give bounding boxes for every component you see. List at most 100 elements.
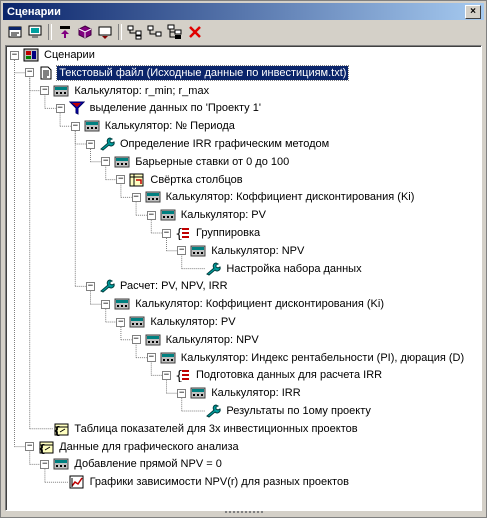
tree-node-label: Свёртка столбцов [150, 173, 243, 186]
title-bar[interactable]: Сценарии × [3, 3, 484, 20]
tree-node[interactable]: выделение данных по 'Проекту 1' [68, 100, 263, 116]
tree-node[interactable]: Калькулятор: Коффициент дисконтирования … [114, 296, 386, 312]
collapse-toggle[interactable]: − [177, 388, 187, 398]
tree-node[interactable]: Калькулятор: IRR [190, 385, 302, 401]
collapse-toggle[interactable]: − [162, 370, 171, 380]
tree-node[interactable]: Определение IRR графическим методом [99, 136, 331, 152]
text-file-icon [38, 66, 54, 80]
tree-icon [167, 24, 182, 39]
tree-node-label: Графики зависимости NPV(r) для разных пр… [89, 476, 349, 489]
expand-all-icon [127, 25, 142, 40]
toolbar [5, 22, 205, 42]
tree-node[interactable]: Калькулятор: NPV [190, 243, 306, 259]
calculator-icon [145, 333, 161, 347]
collapse-toggle[interactable]: − [86, 281, 95, 291]
tree-node[interactable]: Добавление прямой NPV = 0 [53, 456, 223, 472]
collapse-toggle[interactable]: − [25, 68, 35, 78]
wrench-icon [205, 404, 221, 418]
tree-node[interactable]: {Подготовка данных для расчета IRR [175, 367, 384, 383]
tree-node-label: Добавление прямой NPV = 0 [74, 458, 222, 471]
collapse-toggle[interactable]: − [40, 86, 50, 96]
collapse-toggle[interactable]: − [146, 353, 156, 363]
delete-icon [189, 26, 201, 38]
calculator-icon [145, 190, 161, 204]
tree-node-label: Калькулятор: IRR [211, 387, 301, 400]
export-icon [98, 26, 112, 39]
group-icon: { [175, 226, 191, 240]
close-button[interactable]: × [465, 4, 481, 19]
tree-node[interactable]: { Таблица показателей для 3х инвестиционн… [53, 421, 359, 437]
collapse-toggle[interactable]: − [101, 157, 111, 167]
collapse-toggle[interactable]: − [101, 299, 111, 309]
tree-node[interactable]: Барьерные ставки от 0 до 100 [114, 154, 291, 170]
scenario-tree[interactable]: Сценарии − Текстовый файл (Исходные данные… [5, 45, 482, 511]
tree-node[interactable]: Настройка набора данных [205, 261, 363, 277]
delete-button[interactable] [185, 23, 205, 41]
collapse-toggle[interactable]: − [70, 121, 80, 131]
collapse-toggle[interactable]: − [116, 317, 126, 327]
group-icon: { [175, 368, 191, 382]
tree-node-label: Группировка [196, 227, 261, 239]
view-button[interactable] [25, 23, 45, 41]
tree-node[interactable]: Графики зависимости NPV(r) для разных пр… [69, 474, 351, 490]
tree-node[interactable]: Калькулятор: r_min; r_max [53, 83, 211, 99]
collapse-toggle[interactable]: − [25, 442, 35, 452]
process-button[interactable] [75, 23, 95, 41]
collapse-toggle[interactable]: − [10, 50, 19, 60]
calculator-icon [160, 208, 176, 222]
resize-grip[interactable] [223, 510, 265, 515]
chart-icon [69, 475, 85, 489]
tree-node-label: Настройка набора данных [226, 262, 362, 275]
collapse-toggle[interactable]: − [131, 335, 141, 345]
properties-button[interactable] [5, 23, 25, 41]
tree-node[interactable]: Калькулятор: Индекс рентабельности (PI),… [160, 350, 466, 366]
collapse-toggle[interactable]: − [131, 192, 141, 202]
window-title: Сценарии [7, 5, 61, 18]
tree-node-label: Калькулятор: PV [150, 316, 236, 328]
tree-node-label: Расчет: PV, NPV, IRR [120, 280, 228, 293]
filter-icon [68, 101, 85, 116]
calculator-icon [53, 84, 69, 98]
root-scenario-icon [23, 48, 39, 62]
tree-node[interactable]: Калькулятор: Коффициент дисконтирования … [145, 189, 417, 205]
tree-node[interactable]: Свёртка столбцов [129, 172, 244, 188]
tree-node[interactable]: Калькулятор: NPV [145, 332, 261, 348]
tree-node[interactable]: Текстовый файл (Исходные данные по инвес… [38, 64, 350, 81]
collapse-all-button[interactable] [145, 23, 165, 41]
tree-node-label: Калькулятор: Коффициент дисконтирования … [135, 298, 384, 311]
tree-node[interactable]: Расчет: PV, NPV, IRR [99, 278, 230, 294]
tree-node[interactable]: {Данные для графического анализа [38, 439, 240, 455]
table-icon: { [38, 440, 54, 454]
calculator-icon [129, 315, 145, 329]
collapse-toggle[interactable]: − [40, 459, 50, 469]
tree-node-label: Калькулятор: NPV [211, 244, 305, 257]
tree-node-label: Таблица показателей для 3х инвестиционны… [74, 422, 358, 435]
unpivot-icon [129, 173, 145, 187]
table-icon: { [53, 422, 69, 436]
collapse-toggle[interactable]: − [86, 139, 95, 149]
tree-node[interactable]: Результаты по 1ому проекту [205, 403, 373, 419]
collapse-toggle[interactable]: − [55, 103, 65, 113]
tree-button[interactable] [165, 23, 185, 41]
collapse-toggle[interactable]: − [177, 246, 187, 256]
tree-node[interactable]: Калькулятор: PV [160, 207, 268, 223]
view-icon [28, 25, 42, 38]
tree-node-label: Определение IRR графическим методом [120, 138, 330, 150]
calculator-icon [190, 244, 206, 258]
collapse-toggle[interactable]: − [146, 210, 156, 220]
collapse-toggle[interactable]: − [116, 175, 126, 185]
tree-node-label: Сценарии [44, 49, 95, 61]
expand-all-button[interactable] [125, 23, 145, 41]
tree-node[interactable]: Сценарии [23, 47, 97, 63]
calculator-icon [114, 297, 130, 311]
calculator-icon [84, 119, 100, 133]
collapse-toggle[interactable]: − [162, 228, 171, 238]
tree-node-label: Калькулятор: № Периода [104, 120, 235, 133]
tree-node[interactable]: Калькулятор: PV [129, 314, 237, 330]
import-button[interactable] [55, 23, 75, 41]
tree-node[interactable]: { Группировка [175, 225, 262, 241]
export-button[interactable] [95, 23, 115, 41]
tree-node-label: Калькулятор: PV [180, 209, 266, 222]
tree-node-label: Калькулятор: Индекс рентабельности (PI),… [180, 351, 465, 364]
tree-node[interactable]: Калькулятор: № Периода [84, 118, 237, 134]
